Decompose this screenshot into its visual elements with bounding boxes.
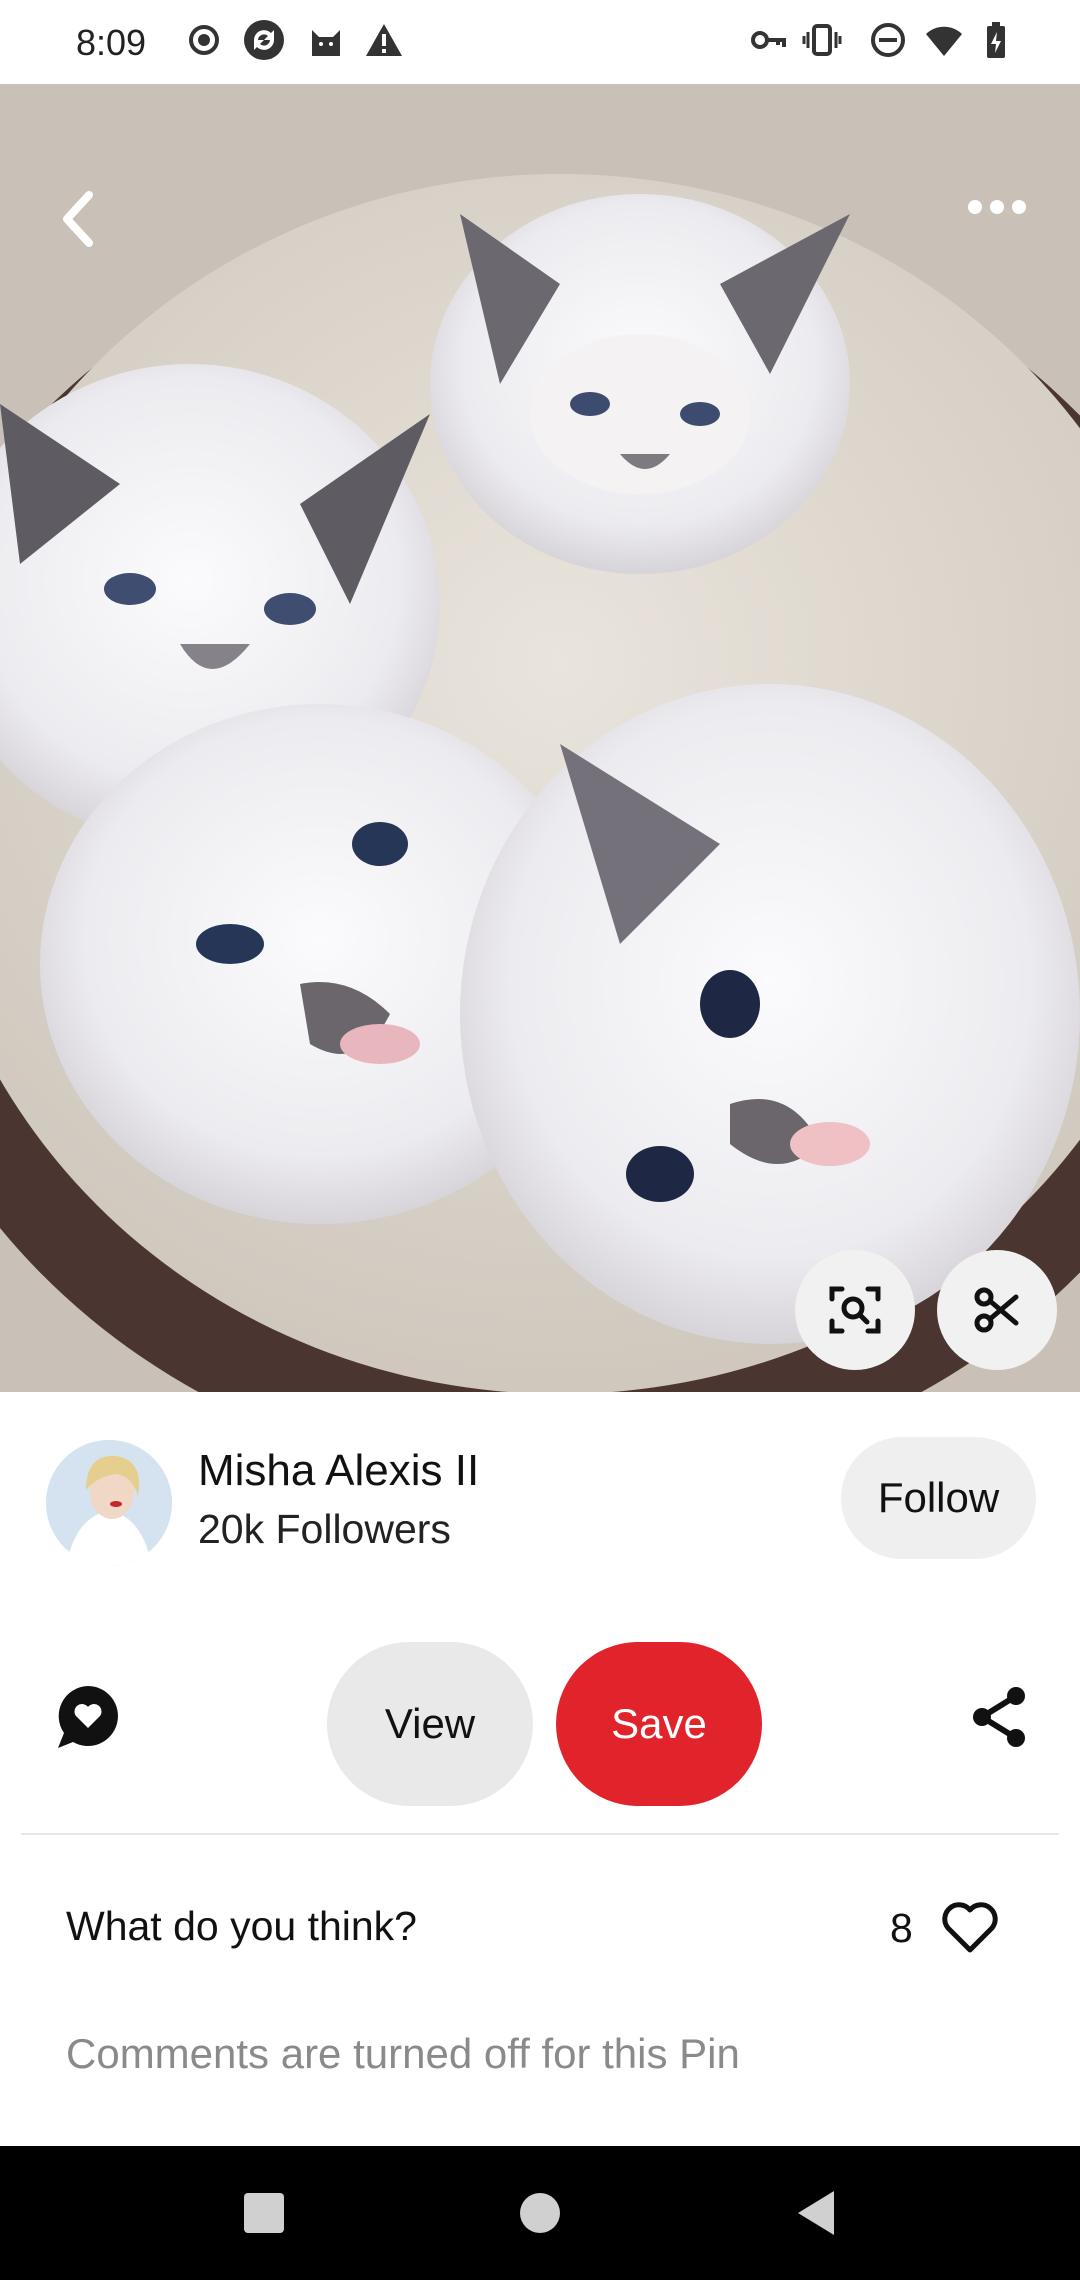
status-bar: 8:09: [0, 0, 1080, 84]
sync-icon: [244, 20, 284, 60]
home-button[interactable]: [460, 2146, 620, 2280]
like-count: 8: [890, 1905, 913, 1951]
comment-button[interactable]: [52, 1680, 124, 1752]
view-button[interactable]: View: [327, 1642, 533, 1806]
record-icon: [189, 25, 219, 55]
cat-app-icon: [312, 30, 340, 56]
wifi-icon: [926, 26, 962, 56]
avatar[interactable]: [46, 1440, 172, 1566]
save-button[interactable]: Save: [556, 1642, 762, 1806]
nav-back-button[interactable]: [736, 2146, 896, 2280]
action-bar: View Save: [0, 1620, 1080, 1834]
creator-section: Misha Alexis II 20k Followers Follow: [0, 1392, 1080, 1622]
follower-count: 20k Followers: [198, 1506, 451, 1552]
chat-heart-icon: [58, 1686, 118, 1748]
battery-charging-icon: [987, 22, 1005, 58]
vibrate-icon: [802, 24, 842, 56]
like-button[interactable]: [940, 1900, 1012, 1964]
follow-button[interactable]: Follow: [841, 1437, 1036, 1559]
share-icon: [973, 1687, 1025, 1747]
visual-search-button[interactable]: [795, 1250, 915, 1370]
vpn-key-icon: [751, 31, 786, 49]
warning-icon: [366, 24, 402, 56]
recents-square-icon: [244, 2193, 284, 2233]
divider: [21, 1833, 1059, 1835]
avatar-image: [46, 1440, 172, 1566]
creator-name[interactable]: Misha Alexis II: [198, 1446, 479, 1496]
home-circle-icon: [520, 2193, 560, 2233]
scissors-icon: [974, 1287, 1019, 1333]
pin-image[interactable]: [0, 84, 1080, 1392]
recents-button[interactable]: [184, 2146, 344, 2280]
do-not-disturb-icon: [871, 23, 905, 57]
heart-outline-icon: [942, 1902, 998, 1953]
visual-search-icon: [829, 1286, 881, 1334]
back-chevron-icon: [63, 191, 93, 247]
system-nav-bar: [0, 2146, 1080, 2280]
comments-prompt: What do you think?: [66, 1903, 417, 1949]
cutout-button[interactable]: [937, 1250, 1057, 1370]
more-options-button[interactable]: [952, 162, 1042, 252]
more-options-icon: [968, 200, 1026, 214]
comments-off-message: Comments are turned off for this Pin: [66, 2030, 740, 2077]
kittens-photo: [0, 84, 1080, 1392]
share-button[interactable]: [964, 1682, 1034, 1752]
back-button[interactable]: [35, 174, 125, 264]
back-triangle-icon: [798, 2191, 834, 2235]
status-time: 8:09: [76, 22, 147, 63]
